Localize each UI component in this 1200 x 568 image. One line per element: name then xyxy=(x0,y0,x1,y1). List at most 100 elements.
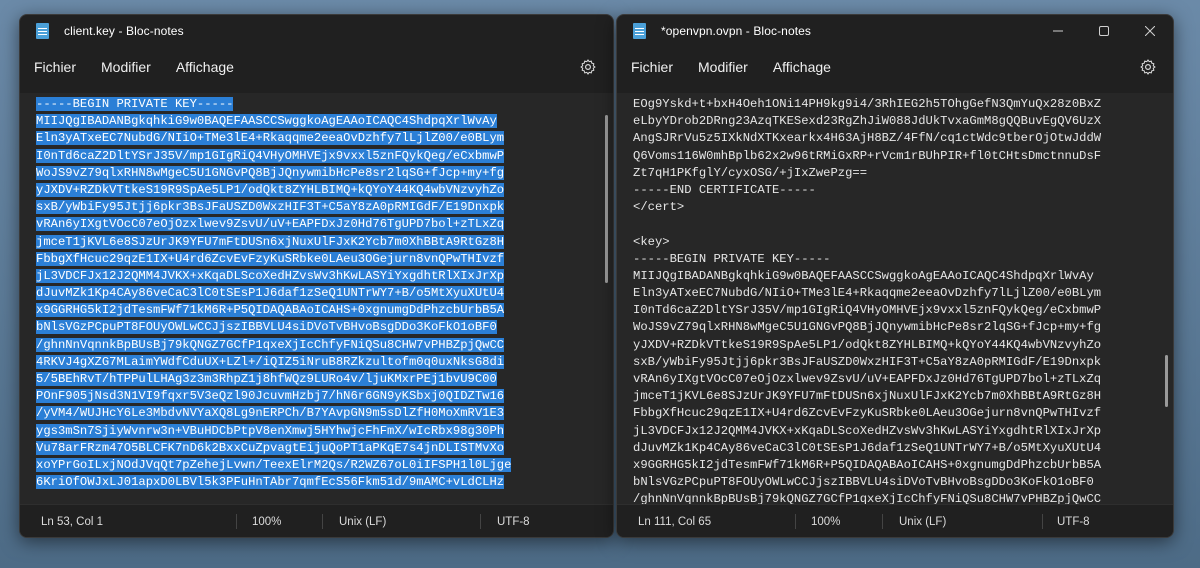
menu-file[interactable]: Fichier xyxy=(620,53,684,81)
text-editor[interactable]: EOg9Yskd+t+bxH4Oeh1ONi14PH9kg9i4/3RhIEG2… xyxy=(617,93,1173,504)
text-line: Vu78arFRzm47O5BLCFK7nD6k2BxxCuZpvagtEiju… xyxy=(36,440,599,457)
menu-bar: Fichier Modifier Affichage xyxy=(617,51,1173,83)
text-line: MIIJQgIBADANBgkqhkiG9w0BAQEFAASCCSwggkoA… xyxy=(36,113,599,130)
text-line: yJXDV+RZDkVTtkeS19R9SpAe5LP1/odQkt8ZYHLB… xyxy=(633,337,1102,352)
title-bar[interactable]: *openvpn.ovpn - Bloc-notes xyxy=(617,15,1173,47)
text-line: -----BEGIN PRIVATE KEY----- xyxy=(633,251,831,266)
editor-text[interactable]: EOg9Yskd+t+bxH4Oeh1ONi14PH9kg9i4/3RhIEG2… xyxy=(633,96,1159,504)
menu-file[interactable]: Fichier xyxy=(23,53,87,81)
selected-text: jL3VDCFJx12J2QMM4JVKX+xKqaDLScoXedHZvsWv… xyxy=(36,268,505,283)
window-title: *openvpn.ovpn - Bloc-notes xyxy=(661,24,812,38)
status-separator xyxy=(882,514,883,529)
text-line: dJuvMZk1Kp4CAy86veCaC3lC0tSEsP1J6daf1zSe… xyxy=(36,285,599,302)
selected-text: x9GGRHG5kI2jdTesmFWf71kM6R+P5QIDAQABAoIC… xyxy=(36,303,505,318)
text-line: yJXDV+RZDkVTtkeS19R9SpAe5LP1/odQkt8ZYHLB… xyxy=(36,182,599,199)
selected-text: WoJS9vZ79qlxRHN8wMgeC5U1GNGvPQ8BjJQnywmi… xyxy=(36,165,505,180)
line-ending: Unix (LF) xyxy=(339,515,387,528)
title-bar[interactable]: client.key - Bloc-notes xyxy=(20,15,613,47)
text-line: jmceT1jKVL6e8SJzUrJK9YFU7mFtDUSn6xjNuxUl… xyxy=(633,389,1102,404)
text-line: eLbyYDrob2DRng23AzqTKESexd23RgZhJiW088Jd… xyxy=(633,114,1102,129)
selected-text: ygs3mSn7SjiyWvnrw3n+VBuHDCbPtpV8enXmwj5H… xyxy=(36,423,505,438)
text-line: <key> xyxy=(633,234,670,249)
text-line xyxy=(633,216,1159,233)
text-line: x9GGRHG5kI2jdTesmFWf71kM6R+P5QIDAQABAoIC… xyxy=(36,302,599,319)
window-title: client.key - Bloc-notes xyxy=(64,24,184,38)
menu-view[interactable]: Affichage xyxy=(762,53,842,81)
text-line: jL3VDCFJx12J2QMM4JVKX+xKqaDLScoXedHZvsWv… xyxy=(633,423,1102,438)
notepad-icon xyxy=(36,23,49,39)
text-line: /yVM4/WUJHcY6Le3MbdvNVYaXQ8Lg9nERPCh/B7Y… xyxy=(36,405,599,422)
text-line: bNlsVGzPCpuPT8FOUyOWLwCCJjszIBBVLU4siDVo… xyxy=(36,319,599,336)
close-icon[interactable] xyxy=(1127,15,1173,47)
selected-text: I0nTd6caZ2DltYSrJ35V/mp1GIgRiQ4VHyOMHVEj… xyxy=(36,148,505,163)
text-line: /ghnNnVqnnkBpBUsBj79kQNGZ7GCfP1qxeXjIcCh… xyxy=(36,337,599,354)
maximize-icon[interactable] xyxy=(1081,15,1127,47)
vertical-scrollbar[interactable] xyxy=(605,115,608,283)
text-line: /ghnNnVqnnkBpBUsBj79kQNGZ7GCfP1qxeXjIcCh… xyxy=(633,492,1102,504)
text-line: 4RKVJ4gXZG7MLaimYWdfCduUX+LZl+/iQIZ5iNru… xyxy=(36,354,599,371)
status-separator xyxy=(1042,514,1043,529)
vertical-scrollbar[interactable] xyxy=(1165,355,1168,407)
selected-text: sxB/yWbiFy95Jtjj6pkr3BsJFaUSZD0WxzHIF3T+… xyxy=(36,200,505,215)
menu-edit[interactable]: Modifier xyxy=(687,53,759,81)
selected-text: xoYPrGoILxjNOdJVqQt7pZehejLvwn/TeexElrM2… xyxy=(36,457,512,472)
selected-text: dJuvMZk1Kp4CAy86veCaC3lC0tSEsP1J6daf1zSe… xyxy=(36,286,505,301)
cursor-position: Ln 53, Col 1 xyxy=(41,515,104,528)
selected-text: yJXDV+RZDkVTtkeS19R9SpAe5LP1/odQkt8ZYHLB… xyxy=(36,182,505,197)
cursor-position: Ln 111, Col 65 xyxy=(638,515,712,528)
text-line: WoJS9vZ79qlxRHN8wMgeC5U1GNGvPQ8BjJQnywmi… xyxy=(36,165,599,182)
menu-view[interactable]: Affichage xyxy=(165,53,245,81)
minimize-icon[interactable] xyxy=(1035,15,1081,47)
text-line: jmceT1jKVL6e8SJzUrJK9YFU7mFtDUSn6xjNuxUl… xyxy=(36,234,599,251)
selected-text: /ghnNnVqnnkBpBUsBj79kQNGZ7GCfP1qxeXjIcCh… xyxy=(36,337,505,352)
selected-text: 4RKVJ4gXZG7MLaimYWdfCduUX+LZl+/iQIZ5iNru… xyxy=(36,354,505,369)
text-line: x9GGRHG5kI2jdTesmFWf71kM6R+P5QIDAQABAoIC… xyxy=(633,457,1102,472)
notepad-window-client-key[interactable]: client.key - Bloc-notes Fichier Modifier… xyxy=(19,14,614,538)
text-line: xoYPrGoILxjNOdJVqQt7pZehejLvwn/TeexElrM2… xyxy=(36,457,599,474)
status-bar: Ln 111, Col 65 100% Unix (LF) UTF-8 xyxy=(617,504,1173,537)
selected-text: FbbgXfHcuc29qzE1IX+U4rd6ZcvEvFzyKuSRbke0… xyxy=(36,251,505,266)
text-line: Eln3yATxeEC7NubdG/NIiO+TMe3lE4+Rkaqqme2e… xyxy=(36,130,599,147)
zoom-level: 100% xyxy=(252,515,282,528)
selected-text: 5/5BEhRvT/hTPPulLHAg3z3m3RhpZ1j8hfWQz9LU… xyxy=(36,372,497,386)
selected-text: POnF905jNsd3N1VI9fqxr5V3eQzl90JcuvmHzbj7… xyxy=(36,389,505,404)
status-bar: Ln 53, Col 1 100% Unix (LF) UTF-8 xyxy=(20,504,613,537)
text-line: WoJS9vZ79qlxRHN8wMgeC5U1GNGvPQ8BjJQnywmi… xyxy=(633,320,1102,335)
gear-icon[interactable] xyxy=(1139,58,1157,76)
status-separator xyxy=(795,514,796,529)
text-line: dJuvMZk1Kp4CAy86veCaC3lC0tSEsP1J6daf1zSe… xyxy=(633,440,1102,455)
selected-text: /yVM4/WUJHcY6Le3MbdvNVYaXQ8Lg9nERPCh/B7Y… xyxy=(36,406,505,421)
text-line: sxB/yWbiFy95Jtjj6pkr3BsJFaUSZD0WxzHIF3T+… xyxy=(633,354,1102,369)
text-line: 6KriOfOWJxLJ01apxD0LBVl5k3PFuHnTAbr7qmfE… xyxy=(36,474,599,491)
selected-text: bNlsVGzPCpuPT8FOUyOWLwCCJjszIBBVLU4siDVo… xyxy=(36,320,497,335)
notepad-window-openvpn[interactable]: *openvpn.ovpn - Bloc-notes Fichier Modif… xyxy=(616,14,1174,538)
text-line: I0nTd6caZ2DltYSrJ35V/mp1GIgRiQ4VHyOMHVEj… xyxy=(633,303,1102,318)
editor-text[interactable]: -----BEGIN PRIVATE KEY----- MIIJQgIBADANB… xyxy=(36,96,599,491)
selected-text: Vu78arFRzm47O5BLCFK7nD6k2BxxCuZpvagtEiju… xyxy=(36,440,505,455)
menu-edit[interactable]: Modifier xyxy=(90,53,162,81)
text-line: I0nTd6caZ2DltYSrJ35V/mp1GIgRiQ4VHyOMHVEj… xyxy=(36,148,599,165)
text-line: jL3VDCFJx12J2QMM4JVKX+xKqaDLScoXedHZvsWv… xyxy=(36,268,599,285)
text-line: bNlsVGzPCpuPT8FOUyOWLwCCJjszIBBVLU4siDVo… xyxy=(633,475,1094,490)
menu-bar: Fichier Modifier Affichage xyxy=(20,51,613,83)
text-editor[interactable]: -----BEGIN PRIVATE KEY----- MIIJQgIBADANB… xyxy=(20,93,613,504)
line-ending: Unix (LF) xyxy=(899,515,947,528)
text-line: vRAn6yIXgtVOcC07eOjOzxlwev9ZsvU/uV+EAPFD… xyxy=(36,216,599,233)
selected-text: vRAn6yIXgtVOcC07eOjOzxlwev9ZsvU/uV+EAPFD… xyxy=(36,217,505,232)
text-line: -----BEGIN PRIVATE KEY----- xyxy=(36,96,599,113)
text-line: </cert> xyxy=(633,200,685,215)
status-separator xyxy=(322,514,323,529)
text-line: 5/5BEhRvT/hTPPulLHAg3z3m3RhpZ1j8hfWQz9LU… xyxy=(36,371,599,388)
gear-icon[interactable] xyxy=(579,58,597,76)
zoom-level: 100% xyxy=(811,515,841,528)
text-line: sxB/yWbiFy95Jtjj6pkr3BsJFaUSZD0WxzHIF3T+… xyxy=(36,199,599,216)
status-separator xyxy=(480,514,481,529)
encoding: UTF-8 xyxy=(497,515,530,528)
text-line: Zt7qH1PKfglY/cyxOSG/+jIxZwePzg== xyxy=(633,165,868,180)
text-line: vRAn6yIXgtVOcC07eOjOzxlwev9ZsvU/uV+EAPFD… xyxy=(633,372,1102,386)
notepad-icon xyxy=(633,23,646,39)
selected-text: Eln3yATxeEC7NubdG/NIiO+TMe3lE4+Rkaqqme2e… xyxy=(36,131,505,146)
text-line: FbbgXfHcuc29qzE1IX+U4rd6ZcvEvFzyKuSRbke0… xyxy=(633,406,1102,421)
window-controls xyxy=(1035,15,1173,47)
text-line: EOg9Yskd+t+bxH4Oeh1ONi14PH9kg9i4/3RhIEG2… xyxy=(633,97,1102,111)
